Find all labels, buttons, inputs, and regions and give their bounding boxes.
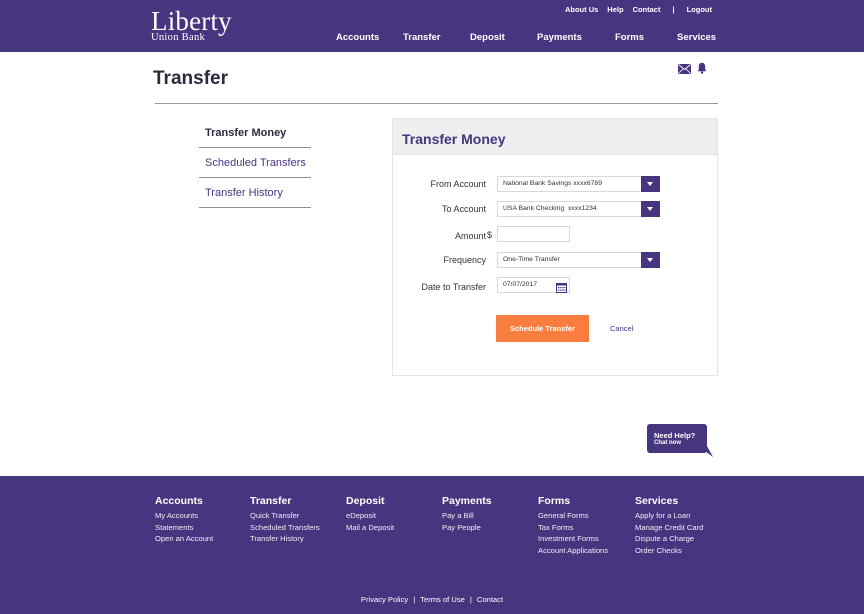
footer-column-services: Services Apply for a Loan Manage Credit … (635, 495, 703, 556)
amount-input[interactable] (497, 226, 570, 242)
header-icons (678, 61, 707, 79)
site-header: Liberty Union Bank About Us Help Contact… (0, 0, 864, 52)
nav-accounts[interactable]: Accounts (336, 32, 379, 43)
footer-link[interactable]: Mail a Deposit (346, 522, 394, 534)
chevron-down-icon[interactable] (641, 176, 660, 192)
footer-contact-link[interactable]: Contact (477, 595, 503, 604)
footer-link[interactable]: eDeposit (346, 510, 394, 522)
privacy-policy-link[interactable]: Privacy Policy (361, 595, 408, 604)
to-account-select[interactable]: USA Bank Checking xxxx1234 (497, 201, 660, 217)
bell-icon[interactable] (697, 61, 707, 79)
speech-bubble-tail-icon (698, 446, 713, 457)
terms-of-use-link[interactable]: Terms of Use (420, 595, 465, 604)
nav-transfer[interactable]: Transfer (403, 32, 441, 43)
nav-services[interactable]: Services (677, 32, 716, 43)
utility-links: About Us Help Contact | Logout (556, 5, 712, 14)
footer-heading: Forms (538, 495, 571, 507)
footer-link[interactable]: Quick Transfer (250, 510, 320, 522)
transfer-sidebar: Transfer Money Scheduled Transfers Trans… (199, 118, 311, 208)
frequency-value: One-Time Transfer (503, 256, 560, 263)
sidebar-item-scheduled-transfers[interactable]: Scheduled Transfers (199, 148, 311, 178)
schedule-transfer-button[interactable]: Schedule Transfer (496, 315, 589, 342)
footer-link[interactable]: Tax Forms (538, 522, 608, 534)
help-bubble-subtitle: Chat now (654, 440, 681, 446)
sidebar-item-transfer-history[interactable]: Transfer History (199, 178, 311, 208)
footer-link[interactable]: Pay a Bill (442, 510, 492, 522)
to-account-label: To Account (441, 204, 486, 214)
footer-link[interactable]: Apply for a Loan (635, 510, 703, 522)
cancel-link[interactable]: Cancel (610, 324, 633, 333)
footer-link[interactable]: Pay People (442, 522, 492, 534)
nav-deposit[interactable]: Deposit (470, 32, 505, 43)
to-account-value: USA Bank Checking xxxx1234 (503, 205, 597, 212)
title-divider (155, 103, 718, 104)
chevron-down-icon[interactable] (641, 201, 660, 217)
transfer-form-panel: Transfer Money From Account National Ban… (392, 118, 718, 376)
amount-label: Amount (454, 231, 486, 241)
footer-heading: Payments (442, 495, 492, 507)
panel-title: Transfer Money (402, 131, 506, 147)
footer-link[interactable]: Order Checks (635, 545, 703, 557)
legal-separator: | (413, 595, 416, 604)
sidebar-item-transfer-money[interactable]: Transfer Money (199, 118, 311, 148)
calendar-icon[interactable] (556, 280, 567, 293)
footer-column-accounts: Accounts My Accounts Statements Open an … (155, 495, 213, 545)
footer-legal-links: Privacy Policy | Terms of Use | Contact (0, 595, 864, 604)
from-account-label: From Account (430, 179, 486, 189)
utility-separator: | (672, 5, 675, 14)
bank-logo[interactable]: Liberty Union Bank (151, 8, 232, 43)
nav-payments[interactable]: Payments (537, 32, 582, 43)
nav-forms[interactable]: Forms (615, 32, 644, 43)
footer-link[interactable]: General Forms (538, 510, 608, 522)
footer-heading: Accounts (155, 495, 203, 507)
page-title: Transfer (153, 68, 228, 89)
date-label: Date to Transfer (421, 282, 486, 292)
logout-link[interactable]: Logout (687, 5, 712, 14)
help-link[interactable]: Help (607, 5, 623, 14)
footer-column-payments: Payments Pay a Bill Pay People (442, 495, 492, 533)
footer-link[interactable]: Investment Forms (538, 533, 608, 545)
footer-link[interactable]: Dispute a Charge (635, 533, 703, 545)
footer-heading: Transfer (250, 495, 292, 507)
footer-link[interactable]: Scheduled Transfers (250, 522, 320, 534)
logo-wordmark: Liberty (151, 6, 232, 36)
from-account-select[interactable]: National Bank Savings xxxx6789 (497, 176, 660, 192)
footer-heading: Deposit (346, 495, 385, 507)
chevron-down-icon[interactable] (641, 252, 660, 268)
contact-link[interactable]: Contact (633, 5, 661, 14)
footer-link[interactable]: Manage Credit Card (635, 522, 703, 534)
footer-column-forms: Forms General Forms Tax Forms Investment… (538, 495, 608, 556)
about-us-link[interactable]: About Us (565, 5, 598, 14)
footer-column-transfer: Transfer Quick Transfer Scheduled Transf… (250, 495, 320, 545)
frequency-label: Frequency (443, 255, 486, 265)
footer-column-deposit: Deposit eDeposit Mail a Deposit (346, 495, 394, 533)
from-account-value: National Bank Savings xxxx6789 (503, 180, 602, 187)
help-bubble-title: Need Help? (654, 431, 696, 440)
mail-icon[interactable] (678, 61, 691, 79)
footer-link[interactable]: Open an Account (155, 533, 213, 545)
currency-symbol: $ (487, 230, 493, 240)
footer-link[interactable]: Transfer History (250, 533, 320, 545)
frequency-select[interactable]: One-Time Transfer (497, 252, 660, 268)
legal-separator: | (469, 595, 472, 604)
footer-link[interactable]: My Accounts (155, 510, 213, 522)
footer-link[interactable]: Account Applications (538, 545, 608, 557)
footer-link[interactable]: Statements (155, 522, 213, 534)
site-footer: Accounts My Accounts Statements Open an … (0, 476, 864, 614)
footer-heading: Services (635, 495, 679, 507)
